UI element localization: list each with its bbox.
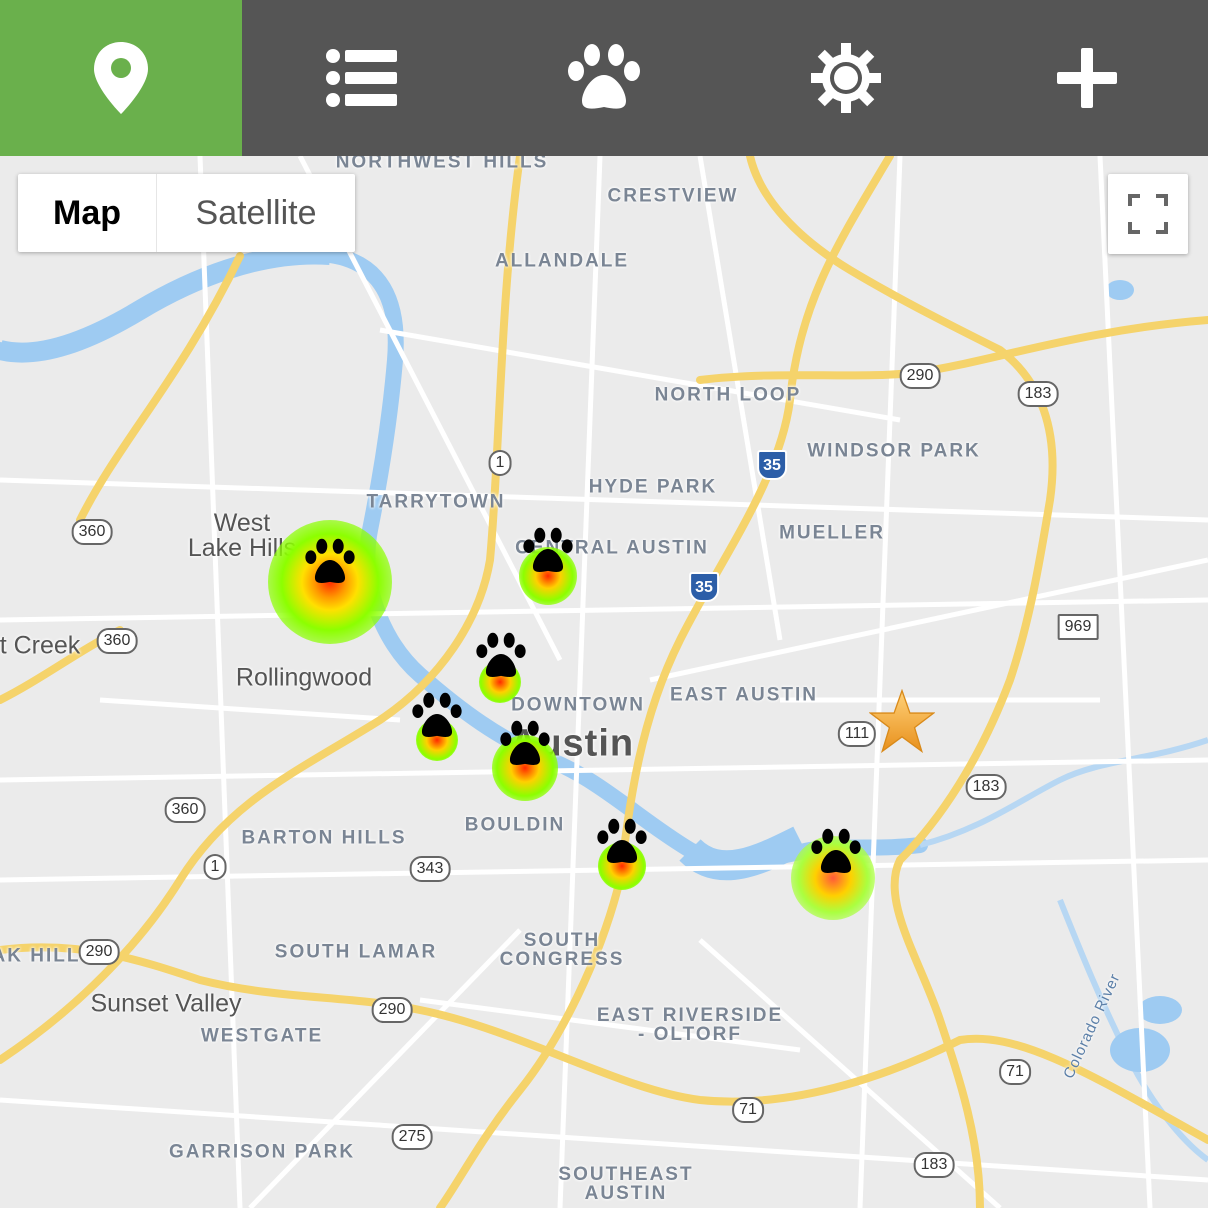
map-type-control: Map Satellite bbox=[18, 174, 355, 252]
label-downtown: DOWNTOWN bbox=[511, 694, 645, 716]
label-garrison-park: GARRISON PARK bbox=[168, 1141, 356, 1163]
user-location-star-icon[interactable] bbox=[869, 689, 935, 753]
map-type-map-button[interactable]: Map bbox=[18, 174, 157, 252]
highway-shield-71: 71 bbox=[732, 1097, 764, 1123]
highway-shield-1: 1 bbox=[488, 450, 512, 476]
dog-park-marker-paw-icon[interactable] bbox=[499, 718, 551, 770]
label-allandale: ALLANDALE bbox=[494, 250, 630, 272]
highway-shield-360: 360 bbox=[71, 519, 113, 545]
highway-shield-275: 275 bbox=[391, 1124, 433, 1150]
paw-icon bbox=[567, 44, 640, 109]
label-bouldin: BOULDIN bbox=[464, 814, 566, 836]
highway-shield-969: 969 bbox=[1057, 614, 1099, 640]
label-northwest-hills: NORTHWEST HILLS bbox=[335, 156, 549, 173]
dog-park-marker-paw-icon[interactable] bbox=[522, 525, 574, 577]
label-hyde-park: HYDE PARK bbox=[588, 476, 718, 498]
add-tab[interactable] bbox=[966, 0, 1208, 156]
dog-park-marker-paw-icon[interactable] bbox=[810, 826, 862, 878]
highway-shield-290: 290 bbox=[371, 997, 413, 1023]
label-north-loop: NORTH LOOP bbox=[654, 384, 802, 406]
dog-park-marker-paw-icon[interactable] bbox=[475, 630, 527, 682]
label-westgate: WESTGATE bbox=[200, 1025, 324, 1047]
highway-shield-71: 71 bbox=[999, 1059, 1031, 1085]
highway-shield-290: 290 bbox=[899, 363, 941, 389]
fullscreen-button[interactable] bbox=[1108, 174, 1188, 254]
list-tab[interactable] bbox=[242, 0, 484, 156]
map-tab[interactable] bbox=[0, 0, 242, 156]
list-icon bbox=[326, 49, 398, 107]
highway-shield-290: 290 bbox=[78, 939, 120, 965]
label-creek: t Creek bbox=[0, 631, 81, 660]
label-crestview: CRESTVIEW bbox=[607, 185, 739, 207]
label-windsor-park: WINDSOR PARK bbox=[807, 440, 981, 462]
label-east-riverside: EAST RIVERSIDE - OLTORF bbox=[596, 1005, 784, 1045]
interstate-shield-35: 35 bbox=[757, 450, 787, 480]
highway-shield-183: 183 bbox=[913, 1152, 955, 1178]
dog-park-marker-paw-icon[interactable] bbox=[304, 536, 356, 588]
label-south-lamar: SOUTH LAMAR bbox=[274, 941, 438, 963]
label-tarrytown: TARRYTOWN bbox=[366, 491, 506, 513]
label-east-austin: EAST AUSTIN bbox=[670, 684, 818, 706]
map-base-layer bbox=[0, 156, 1208, 1208]
map-type-satellite-button[interactable]: Satellite bbox=[157, 174, 355, 252]
highway-shield-360: 360 bbox=[164, 797, 206, 823]
dog-park-marker-paw-icon[interactable] bbox=[596, 816, 648, 868]
top-nav-bar bbox=[0, 0, 1208, 156]
label-southeast-austin: SOUTHEAST AUSTIN bbox=[558, 1164, 694, 1204]
label-south-congress: SOUTH CONGRESS bbox=[499, 930, 625, 970]
highway-shield-183: 183 bbox=[1017, 381, 1059, 407]
map-pin-icon bbox=[93, 42, 148, 114]
settings-tab[interactable] bbox=[725, 0, 967, 156]
highway-shield-1: 1 bbox=[203, 854, 227, 880]
paw-tab[interactable] bbox=[483, 0, 725, 156]
label-rollingwood: Rollingwood bbox=[235, 663, 373, 692]
label-oak-hill: AK HILL bbox=[0, 945, 81, 967]
highway-shield-343: 343 bbox=[409, 856, 451, 882]
highway-shield-183: 183 bbox=[965, 774, 1007, 800]
fullscreen-icon bbox=[1128, 194, 1168, 234]
dog-park-marker-paw-icon[interactable] bbox=[411, 690, 463, 742]
plus-icon bbox=[1057, 48, 1118, 108]
interstate-shield-35: 35 bbox=[689, 572, 719, 602]
gear-icon bbox=[810, 43, 881, 113]
label-barton-hills: BARTON HILLS bbox=[241, 827, 407, 849]
highway-shield-360: 360 bbox=[96, 628, 138, 654]
label-sunset-valley: Sunset Valley bbox=[90, 989, 242, 1018]
label-mueller: MUELLER bbox=[779, 522, 885, 544]
map-view[interactable]: NORTHWEST HILLS CRESTVIEW ALLANDALE NORT… bbox=[0, 156, 1208, 1208]
